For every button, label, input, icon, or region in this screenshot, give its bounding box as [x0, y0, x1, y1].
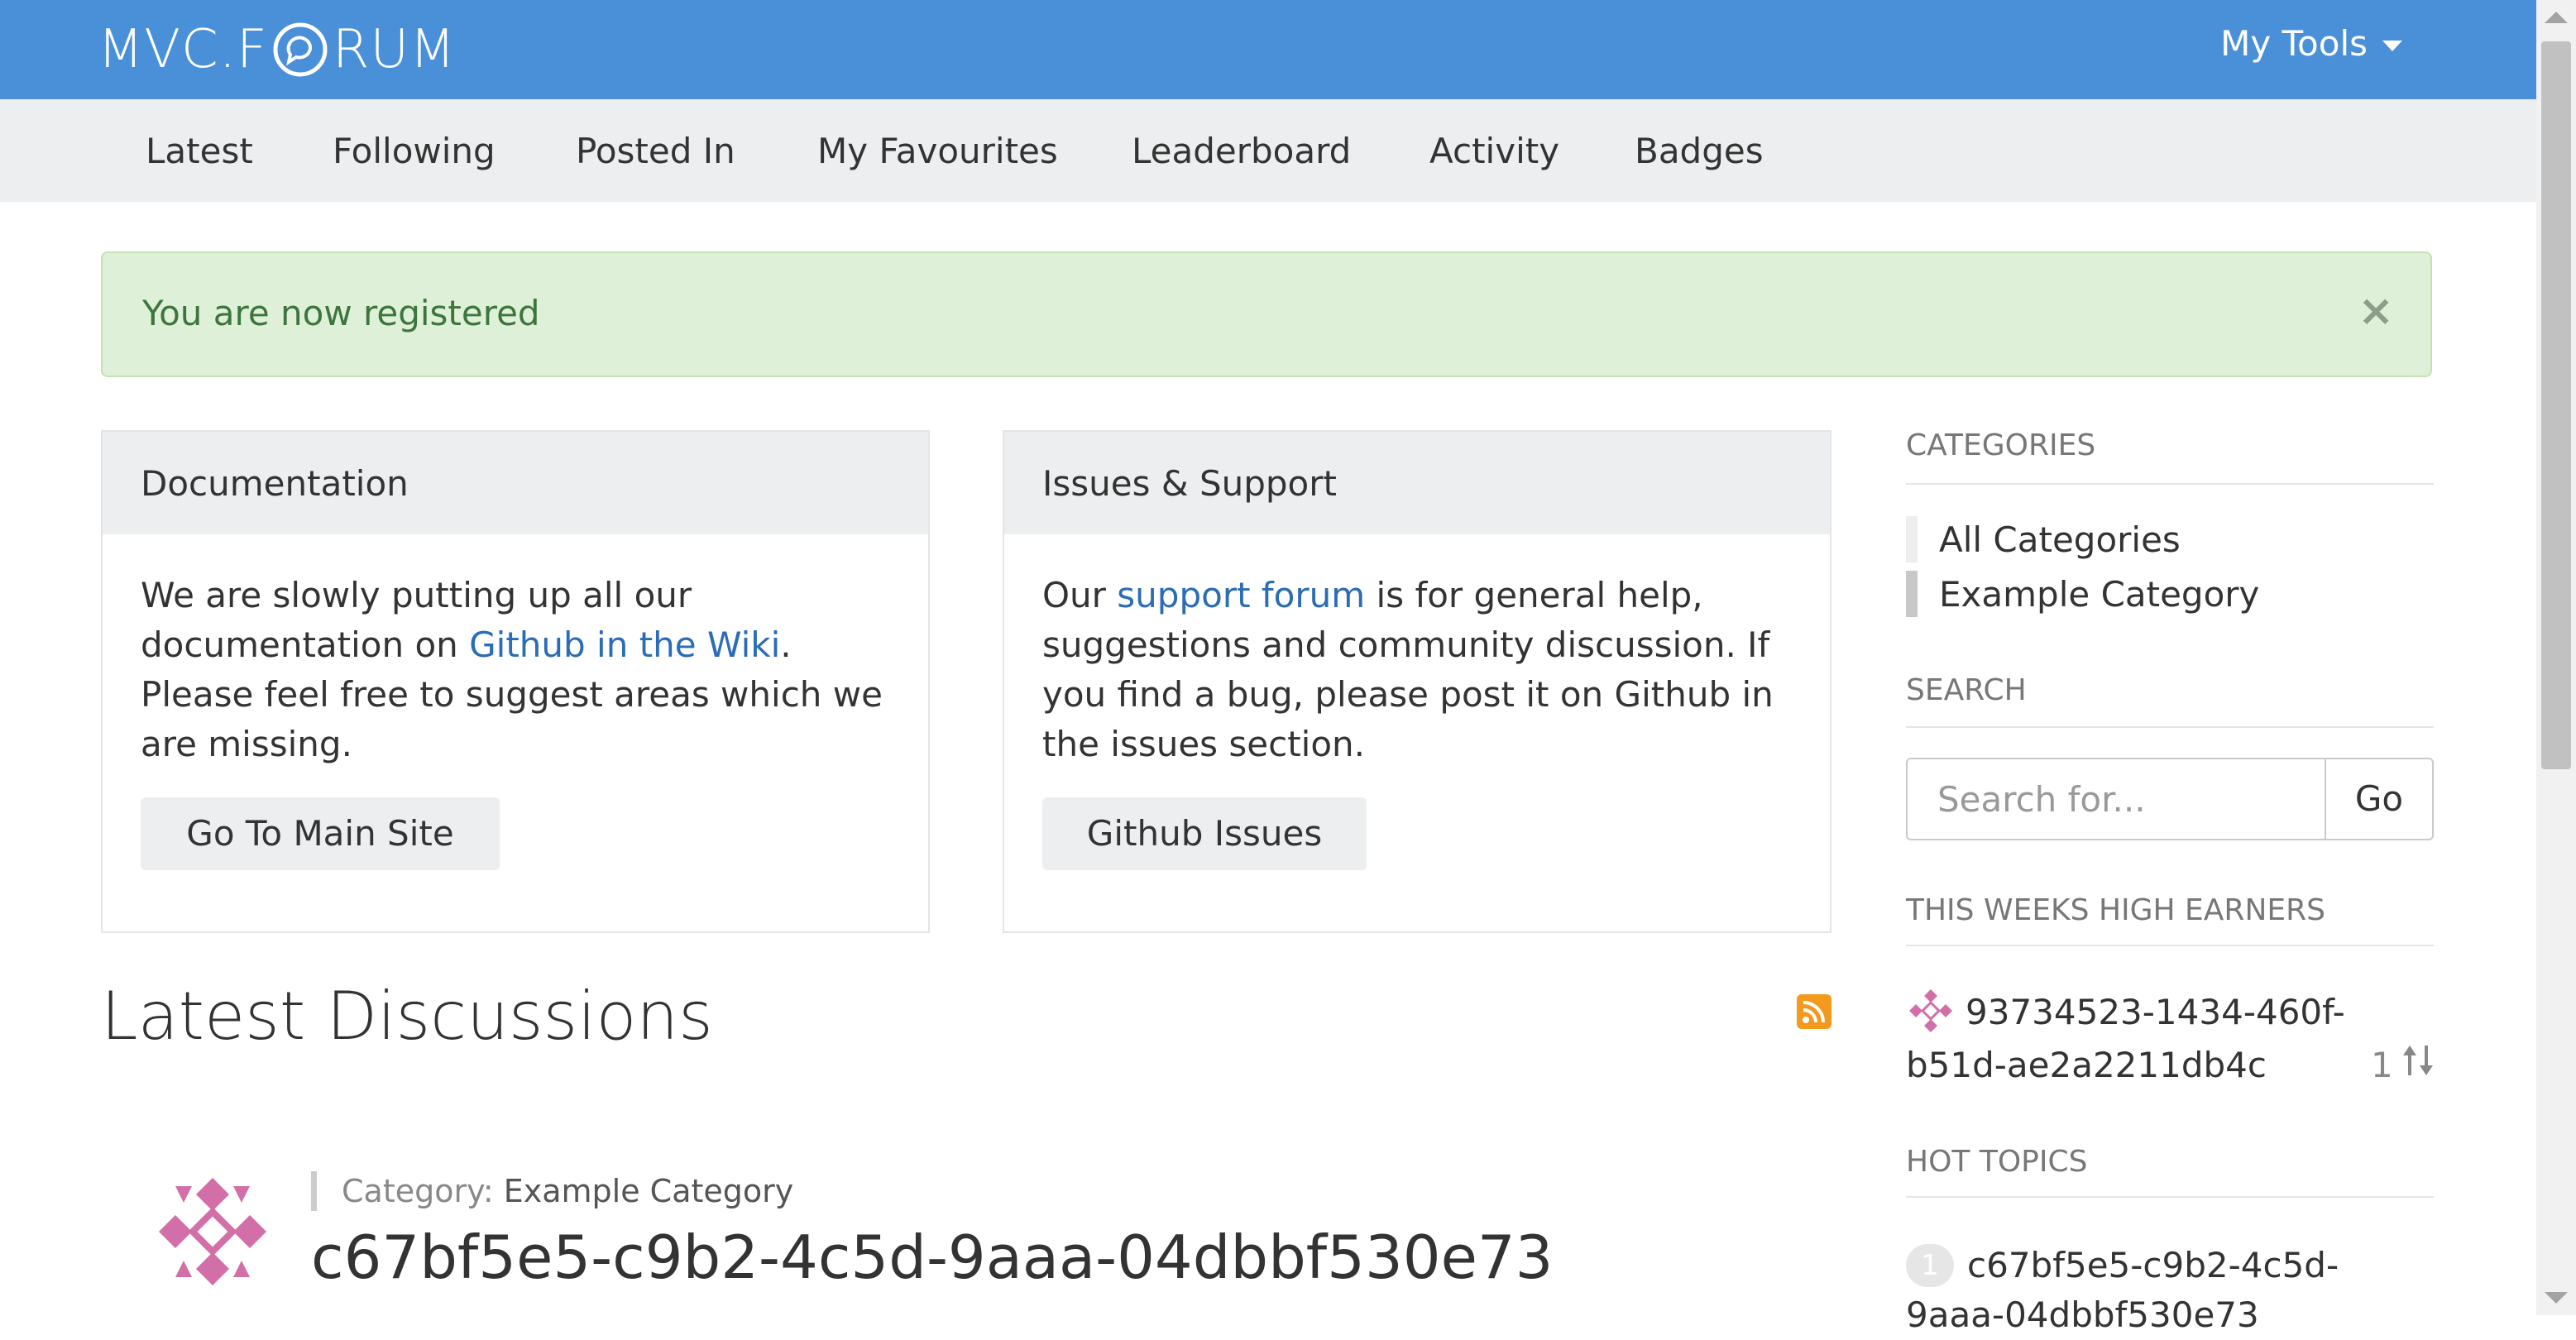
go-to-main-site-button[interactable]: Go To Main Site — [141, 797, 500, 870]
issues-support-panel: Issues & Support Our support forum is fo… — [1003, 430, 1831, 933]
hot-topic-rank-badge: 1 — [1906, 1244, 1954, 1287]
topic-title-link[interactable]: c67bf5e5-c9b2-4c5d-9aaa-04dbbf530e73 — [311, 1223, 1554, 1292]
panel-body-text: We are slowly putting up all our documen… — [141, 571, 902, 769]
latest-discussions-heading: Latest Discussions — [101, 978, 713, 1055]
logo-text-right: RUM — [332, 19, 457, 80]
alert-message: You are now registered — [142, 293, 540, 333]
panel-text: Our — [1042, 575, 1118, 615]
documentation-panel: Documentation We are slowly putting up a… — [101, 430, 930, 933]
divider — [1906, 483, 2434, 485]
panel-title: Issues & Support — [1042, 463, 1337, 504]
nav-item-posted-in[interactable]: Posted In — [576, 131, 735, 171]
nav-item-activity[interactable]: Activity — [1429, 131, 1559, 171]
category-link[interactable]: Example Category — [504, 1173, 794, 1209]
panel-body-text: Our support forum is for general help, s… — [1042, 571, 1803, 769]
earner-points: 1 — [2371, 1042, 2435, 1087]
categories-heading: CATEGORIES — [1906, 428, 2096, 462]
nav-item-badges[interactable]: Badges — [1635, 131, 1764, 171]
nav-item-my-favourites[interactable]: My Favourites — [817, 131, 1058, 171]
divider — [1906, 726, 2434, 728]
scroll-down-arrow-icon[interactable] — [2545, 1292, 2568, 1304]
sidebar-item-all-categories[interactable]: All Categories — [1906, 516, 2181, 562]
logo-text-left: MVC.F — [98, 19, 268, 80]
search-go-button[interactable]: Go — [2325, 758, 2434, 840]
github-issues-button[interactable]: Github Issues — [1042, 797, 1367, 870]
search-input[interactable] — [1906, 758, 2325, 840]
github-wiki-link[interactable]: Github in the Wiki — [469, 625, 780, 665]
success-alert: You are now registered × — [101, 251, 2432, 377]
topic-category: Category: Example Category — [311, 1171, 793, 1211]
search-heading: SEARCH — [1906, 673, 2027, 707]
category-item-label: All Categories — [1939, 519, 2181, 560]
hot-topics-heading: HOT TOPICS — [1906, 1145, 2088, 1179]
category-color-bar — [1906, 571, 1918, 617]
my-tools-label: My Tools — [2220, 23, 2368, 64]
nav-item-following[interactable]: Following — [333, 131, 496, 171]
nav-item-leaderboard[interactable]: Leaderboard — [1132, 131, 1351, 171]
divider — [1906, 945, 2434, 946]
panel-header: Documentation — [103, 432, 928, 534]
my-tools-dropdown[interactable]: My Tools — [2220, 23, 2402, 64]
high-earners-heading: THIS WEEKS HIGH EARNERS — [1906, 893, 2325, 927]
panel-title: Documentation — [141, 463, 409, 504]
site-logo[interactable]: MVC.F RUM — [98, 8, 456, 91]
sort-arrows-icon — [2401, 1042, 2435, 1087]
logo-speech-bubble-icon — [271, 21, 329, 79]
earner-name-link[interactable]: 93734523-1434-460f-b51d-ae2a2211db4c — [1906, 986, 2435, 1092]
caret-down-icon — [2382, 41, 2402, 51]
close-icon[interactable]: × — [2358, 286, 2394, 336]
scrollbar-thumb[interactable] — [2541, 41, 2571, 769]
scroll-up-arrow-icon[interactable] — [2545, 12, 2568, 23]
support-forum-link[interactable]: support forum — [1117, 575, 1365, 615]
topic-author-avatar[interactable] — [151, 1170, 275, 1294]
panel-header: Issues & Support — [1004, 432, 1830, 534]
rss-feed-icon[interactable] — [1797, 994, 1831, 1029]
hot-topic-link[interactable]: c67bf5e5-c9b2-4c5d-9aaa-04dbbf530e73 — [1906, 1241, 2435, 1340]
category-color-bar — [1906, 516, 1918, 562]
sidebar-item-example-category[interactable]: Example Category — [1906, 571, 2259, 617]
category-item-label: Example Category — [1939, 573, 2260, 615]
earner-points-value: 1 — [2371, 1044, 2393, 1085]
divider — [1906, 1196, 2434, 1198]
nav-item-latest[interactable]: Latest — [146, 131, 253, 171]
category-label: Category: — [342, 1173, 494, 1209]
